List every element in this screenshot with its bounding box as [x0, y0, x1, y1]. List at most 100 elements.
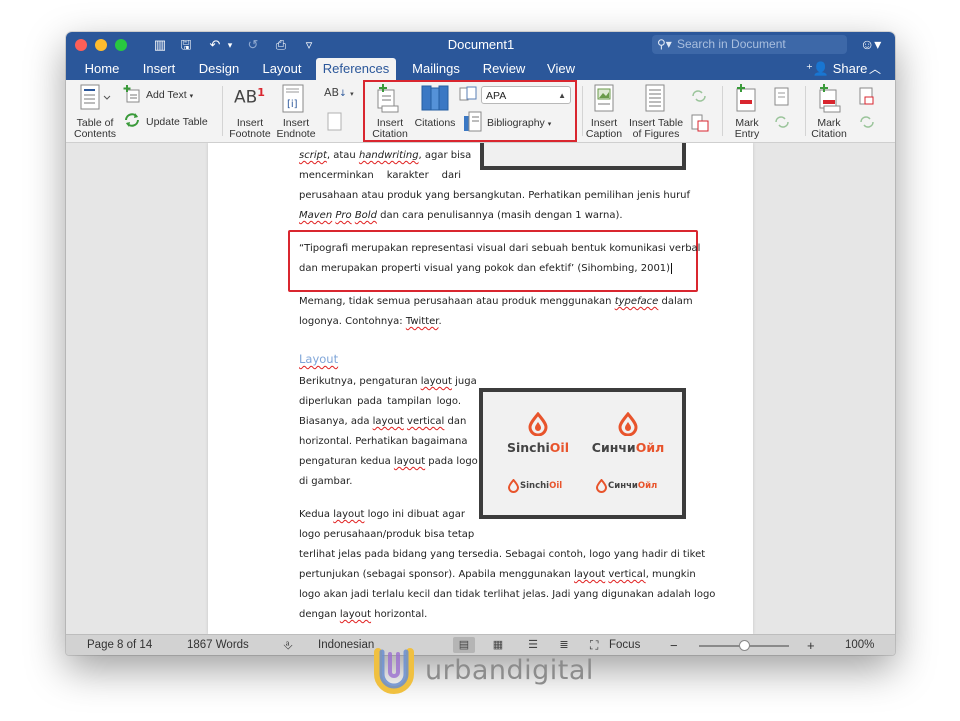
web-layout-view-icon[interactable]: ▦	[487, 637, 509, 653]
text-line[interactable]: perusahaan atau produk yang bersangkutan…	[299, 189, 690, 203]
text-line[interactable]: pengaturan kedua layout pada logo	[299, 455, 478, 469]
mark-entry-line2: Entry	[734, 128, 760, 140]
word-count[interactable]: 1867 Words	[187, 638, 249, 653]
status-bar: Page 8 of 14 1867 Words ⎀ Indonesian ▤ ▦…	[66, 634, 895, 655]
text-line[interactable]: script, atau handwriting, agar bisa	[299, 149, 471, 163]
undo-icon[interactable]: ↶	[206, 36, 224, 54]
redo-icon[interactable]: ↺	[244, 36, 262, 54]
save-icon[interactable]: 🖫	[177, 36, 195, 54]
update-table-icon	[125, 113, 139, 127]
search-icon: ⚲▾	[657, 37, 672, 51]
search-placeholder: Search in Document	[677, 37, 786, 51]
watermark-text: urbandigital	[425, 655, 594, 686]
zoom-window-button[interactable]	[115, 39, 127, 51]
share-label: Share	[832, 61, 868, 76]
text-line[interactable]: di gambar.	[299, 475, 352, 489]
flame-logo-icon	[507, 479, 520, 493]
text-line[interactable]: Maven Pro Bold dan cara penulisannya (ma…	[299, 209, 623, 223]
insert-caption-icon	[594, 84, 614, 112]
tab-references[interactable]: References	[316, 58, 396, 80]
zoom-level[interactable]: 100%	[845, 638, 874, 653]
minimize-window-button[interactable]	[95, 39, 107, 51]
proofing-icon[interactable]: ⎀	[283, 638, 293, 653]
add-text-dropdown-icon: ▾	[189, 93, 194, 100]
language[interactable]: Indonesian	[318, 638, 374, 653]
update-index-icon[interactable]	[774, 114, 790, 130]
logo-cyrillic-vertical: СинчиОйл	[591, 440, 665, 455]
update-table-figures-icon[interactable]	[691, 88, 707, 104]
text-line[interactable]: Berikutnya, pengaturan layout juga	[299, 375, 477, 389]
text-line[interactable]: pertunjukan (sebagai sponsor). Apabila m…	[299, 568, 696, 582]
update-table-of-authorities-icon[interactable]	[859, 114, 875, 130]
undo-menu-icon[interactable]: ▾	[225, 36, 235, 54]
text-line[interactable]: dengan layout horizontal.	[299, 608, 427, 622]
focus-mode-button[interactable]: Focus	[609, 638, 640, 653]
tab-insert[interactable]: Insert	[134, 58, 184, 80]
focus-icon[interactable]: ⛶	[590, 638, 598, 653]
share-button[interactable]: ⁺👤 Share	[806, 58, 867, 80]
insert-citation-line2: Citation	[372, 128, 408, 140]
document-page[interactable]: script, atau handwriting, agar bisa menc…	[208, 143, 753, 634]
customize-toolbar-icon[interactable]: ▿	[302, 36, 316, 54]
image-top-partial[interactable]	[480, 143, 686, 170]
text-line[interactable]: horizontal. Perhatikan bagaimana	[299, 435, 468, 449]
text-line[interactable]: diperlukan pada tampilan logo.	[299, 395, 461, 409]
zoom-out-button[interactable]: −	[670, 638, 678, 653]
manage-sources-icon[interactable]	[459, 86, 479, 102]
outline-view-icon[interactable]: ☰	[522, 637, 544, 653]
insert-index-icon[interactable]	[774, 87, 790, 107]
ribbon-separator	[222, 86, 223, 136]
tab-layout[interactable]: Layout	[254, 58, 310, 80]
bibliography-dropdown-icon: ▾	[547, 121, 552, 128]
stepper-icon: ▲	[558, 91, 566, 100]
page-count[interactable]: Page 8 of 14	[87, 638, 152, 653]
zoom-in-button[interactable]: +	[807, 638, 815, 653]
insert-caption-line2: Caption	[585, 128, 623, 140]
table-of-contents-icon	[80, 84, 111, 110]
text-line[interactable]: logo perusahaan/produk bisa tetap	[299, 528, 474, 542]
tab-review[interactable]: Review	[476, 58, 532, 80]
cross-reference-icon[interactable]	[691, 114, 709, 132]
close-window-button[interactable]	[75, 39, 87, 51]
quote-line[interactable]: “Tipografi merupakan representasi visual…	[299, 242, 700, 256]
logo-image[interactable]: SinchiOil СинчиОйл SinchiOil СинчиОйл	[479, 388, 686, 519]
mark-citation-icon	[819, 84, 841, 113]
tab-design[interactable]: Design	[190, 58, 248, 80]
footnote-icon: AB1	[234, 86, 265, 108]
section-heading[interactable]: Layout	[299, 352, 338, 366]
search-field[interactable]: ⚲▾ Search in Document	[652, 35, 847, 54]
print-icon[interactable]: ⎙	[272, 36, 290, 54]
text-line[interactable]: terlihat jelas pada bidang yang tersedia…	[299, 548, 705, 562]
svg-text:[i]: [i]	[287, 99, 298, 110]
zoom-slider-thumb[interactable]	[738, 640, 750, 651]
text-line[interactable]: mencerminkan karakter dari	[299, 169, 461, 183]
collapse-ribbon-icon[interactable]: ︿	[869, 58, 881, 80]
logo-cyrillic-horizontal: СинчиОйл	[608, 481, 658, 491]
insert-endnote-line2: Endnote	[276, 128, 316, 140]
flame-logo-icon	[595, 479, 608, 493]
draft-view-icon[interactable]: ≣	[553, 637, 575, 653]
tab-view[interactable]: View	[540, 58, 582, 80]
text-line[interactable]: logonya. Contohnya: Twitter.	[299, 315, 442, 329]
tab-home[interactable]: Home	[76, 58, 128, 80]
citation-style-select[interactable]: APA ▲	[481, 86, 571, 104]
quote-highlight-box	[288, 230, 698, 292]
print-layout-view-icon[interactable]: ▤	[453, 637, 475, 653]
text-line[interactable]: logo akan jadi terlalu kecil dan tidak t…	[299, 588, 715, 602]
show-notes-icon[interactable]	[327, 112, 343, 132]
insert-table-of-authorities-icon[interactable]	[859, 87, 875, 107]
text-line[interactable]: Memang, tidak semua perusahaan atau prod…	[299, 295, 693, 309]
bibliography-label: Bibliography	[487, 117, 545, 129]
layout-view-icon[interactable]: ▥	[151, 36, 169, 54]
insert-citation-icon	[377, 84, 399, 113]
text-line[interactable]: Kedua layout logo ini dibuat agar	[299, 508, 465, 522]
text-line[interactable]: Biasanya, ada layout vertical dan	[299, 415, 466, 429]
insert-footnote-line2: Footnote	[229, 128, 271, 140]
next-footnote-button[interactable]: AB↓ ▾	[324, 86, 354, 99]
document-canvas[interactable]: script, atau handwriting, agar bisa menc…	[66, 143, 895, 634]
quote-line[interactable]: dan merupakan properti visual yang pokok…	[299, 262, 673, 276]
document-title: Document1	[447, 37, 515, 52]
logo-latin-horizontal: SinchiOil	[520, 481, 563, 491]
tab-mailings[interactable]: Mailings	[404, 58, 468, 80]
user-account-icon[interactable]: ☺▾	[860, 35, 881, 53]
